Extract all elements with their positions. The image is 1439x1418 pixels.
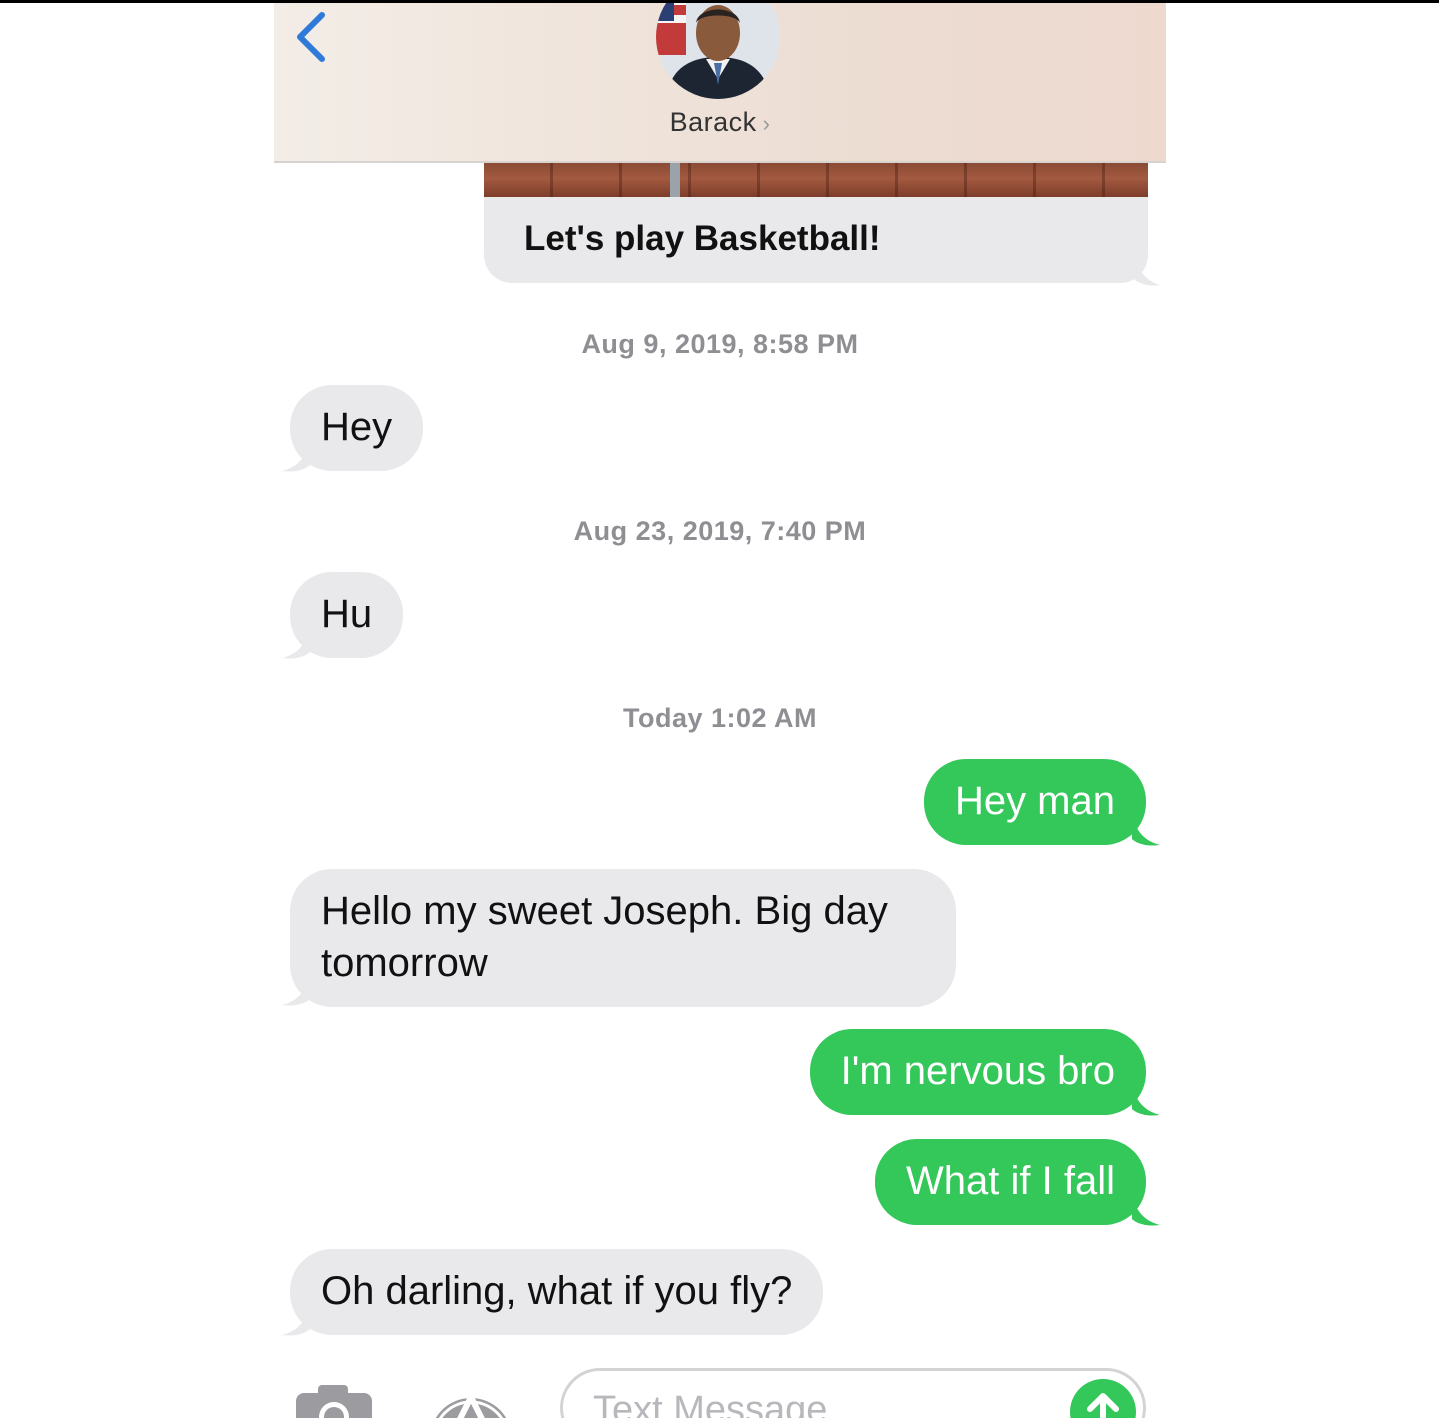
timestamp: Aug 23, 2019, 7:40 PM [573,516,867,546]
bubble-tail [282,441,310,472]
chevron-right-icon: › [762,111,771,136]
app-store-icon[interactable] [426,1379,516,1418]
timestamp: Today 1:02 AM [622,703,818,733]
bubble-tail [1132,1195,1160,1226]
contact-name[interactable]: Barack › [274,107,1166,138]
contact-name-label[interactable]: Barack [670,107,757,137]
bubble-tail [1132,815,1160,846]
send-button[interactable] [1070,1379,1136,1418]
bubble-tail [282,1305,310,1336]
bubble-tail [282,628,310,659]
avatar[interactable] [656,3,780,99]
bubble-tail [282,975,310,1006]
camera-icon[interactable] [294,1381,374,1418]
link-preview-title: Let's play Basketball! [524,219,881,258]
chevron-left-icon[interactable] [288,9,332,63]
link-preview-bubble[interactable]: Let's play Basketball! [484,197,1148,283]
link-preview-image[interactable] [484,163,1148,197]
message-sent[interactable]: What if I fall [875,1139,1146,1225]
timestamp: Aug 9, 2019, 8:58 PM [581,329,859,359]
message-sent[interactable]: I'm nervous bro [809,1029,1146,1115]
message-line: tomorrow [321,941,488,985]
message-input[interactable]: Text Message [560,1368,1146,1418]
conversation-header: Barack › [274,3,1166,163]
message-received[interactable]: Oh darling, what if you fly? [290,1249,824,1335]
message-line: Hello my sweet Joseph. Big day [321,889,888,933]
bubble-tail [1132,1085,1160,1116]
bubble-tail [1134,253,1160,286]
message-sent[interactable]: Hey man [923,759,1146,845]
messages-screen: Barack › Let's play Basketball! Aug 9, 20… [274,3,1166,1418]
link-preview-image-detail [670,163,680,197]
message-input-placeholder: Text Message [593,1389,828,1418]
message-received[interactable]: Hello my sweet Joseph. Big day tomorrow [290,869,956,1007]
arrow-up-icon [1087,1393,1119,1418]
